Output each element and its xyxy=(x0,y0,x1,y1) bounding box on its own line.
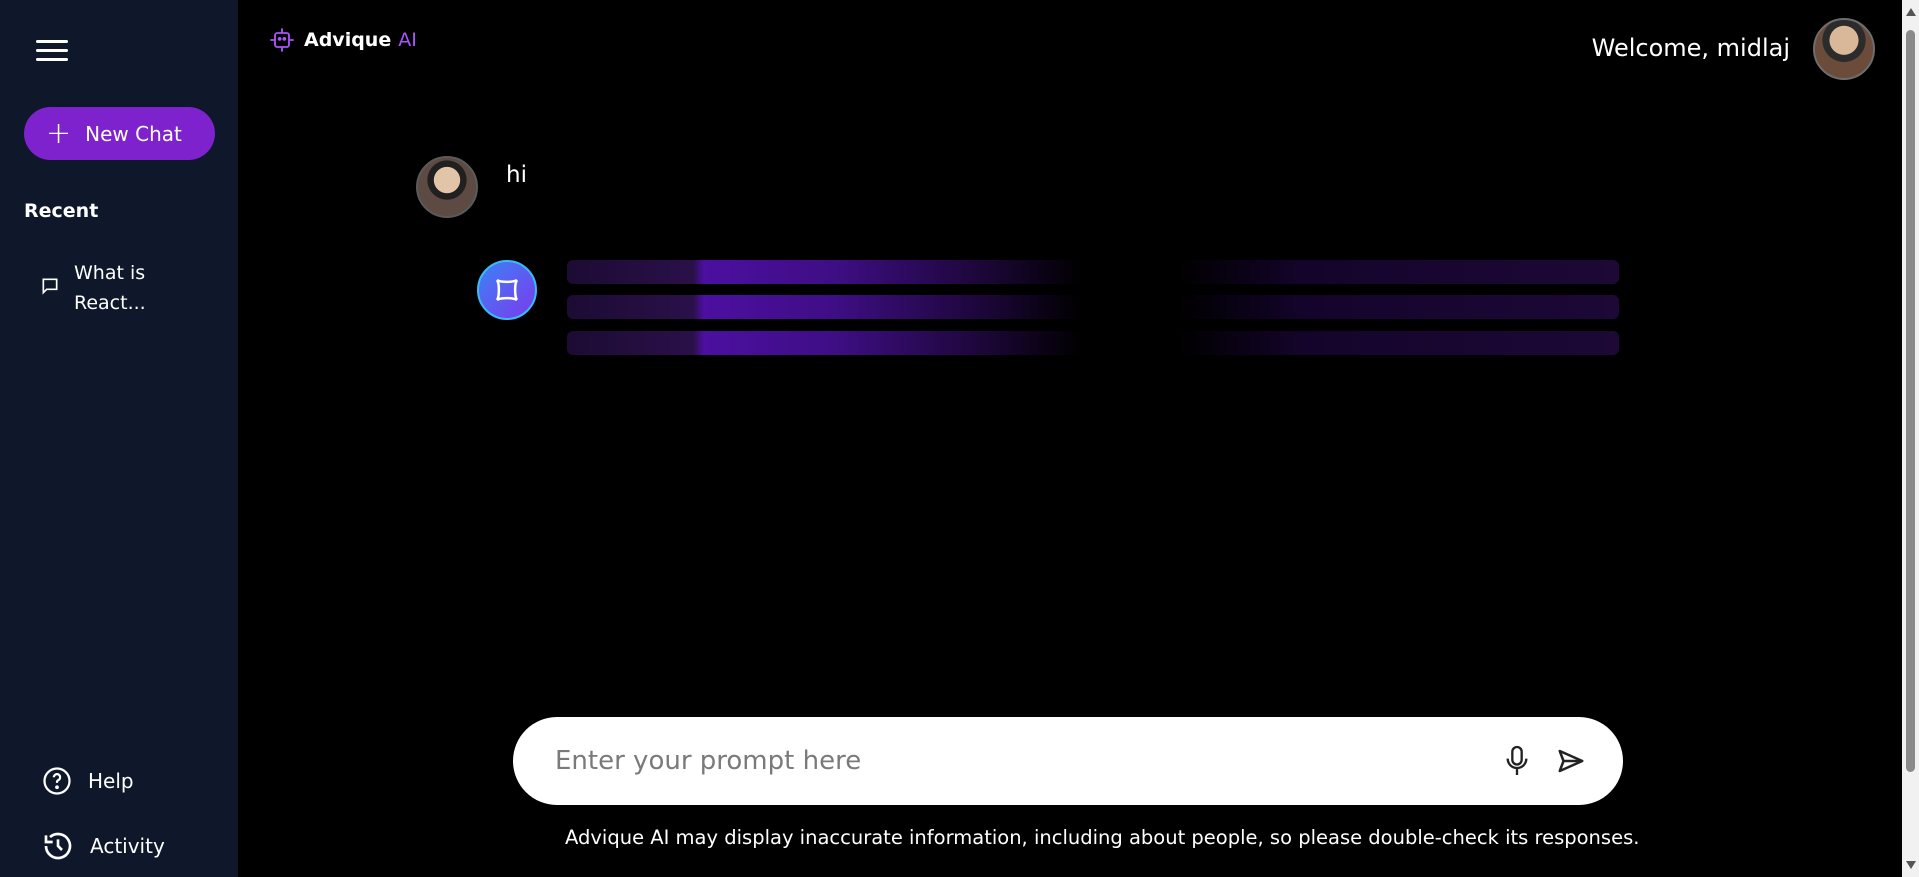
chat-bubble-icon xyxy=(42,278,58,295)
send-button[interactable] xyxy=(1553,743,1589,779)
help-button[interactable]: Help xyxy=(42,766,134,796)
help-icon xyxy=(43,767,71,795)
new-chat-label: New Chat xyxy=(85,121,182,146)
recent-chat-label: What is React... xyxy=(74,262,146,314)
scrollbar[interactable] xyxy=(1902,0,1919,877)
welcome-text: Welcome, midlaj xyxy=(1591,34,1790,62)
recent-heading: Recent xyxy=(24,200,99,222)
history-icon xyxy=(44,832,72,860)
send-icon xyxy=(1558,749,1584,773)
avatar[interactable] xyxy=(1813,18,1875,80)
bot-avatar xyxy=(477,260,537,320)
user-message-avatar xyxy=(416,156,478,218)
disclaimer-text: Advique AI may display inaccurate inform… xyxy=(565,826,1640,849)
scroll-down-icon[interactable] xyxy=(1906,861,1916,869)
response-loading-bar xyxy=(567,260,1619,284)
user-message: hi xyxy=(506,162,527,188)
scrollbar-thumb[interactable] xyxy=(1906,30,1915,772)
response-loading-bar xyxy=(567,331,1619,355)
sidebar: + New Chat Recent What is React... Help … xyxy=(0,0,238,877)
brand-logo[interactable]: Advique AI xyxy=(268,26,417,54)
recent-chat-item[interactable]: What is React... xyxy=(40,258,210,318)
response-loading-bar xyxy=(567,295,1619,319)
bot-icon xyxy=(495,278,519,302)
logo-icon xyxy=(270,28,294,52)
prompt-bar xyxy=(513,717,1623,805)
menu-icon[interactable] xyxy=(36,40,68,66)
plus-icon: + xyxy=(46,115,72,151)
activity-label: Activity xyxy=(90,834,165,858)
activity-button[interactable]: Activity xyxy=(42,830,165,862)
brand-suffix: AI xyxy=(398,29,417,51)
new-chat-button[interactable]: + New Chat xyxy=(24,107,215,160)
help-label: Help xyxy=(88,769,134,793)
scroll-up-icon[interactable] xyxy=(1906,8,1916,16)
prompt-input[interactable] xyxy=(555,746,1481,776)
microphone-button[interactable] xyxy=(1499,743,1535,779)
brand-name: Advique xyxy=(304,29,392,51)
microphone-icon xyxy=(1506,745,1528,775)
